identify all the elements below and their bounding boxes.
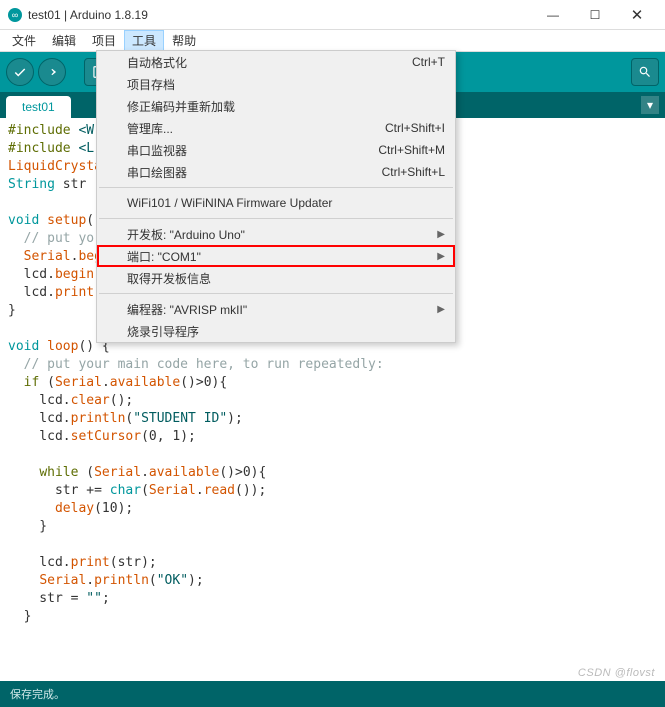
menu-tools[interactable]: 工具 <box>124 30 164 51</box>
menubar: 文件 编辑 项目 工具 帮助 <box>0 30 665 52</box>
minimize-button[interactable]: — <box>533 1 573 29</box>
menu-burn-bootloader[interactable]: 烧录引导程序 <box>97 320 455 342</box>
tab-test01[interactable]: test01 <box>6 96 71 118</box>
chevron-right-icon: ▶ <box>437 304 445 315</box>
menu-get-board-info[interactable]: 取得开发板信息 <box>97 267 455 289</box>
menu-separator <box>99 218 453 219</box>
chevron-right-icon: ▶ <box>437 229 445 240</box>
menu-manage-libraries[interactable]: 管理库...Ctrl+Shift+I <box>97 117 455 139</box>
maximize-button[interactable]: ☐ <box>575 1 615 29</box>
menu-edit[interactable]: 编辑 <box>44 30 84 51</box>
upload-button[interactable] <box>38 58 66 86</box>
serial-monitor-button[interactable] <box>631 58 659 86</box>
menu-file[interactable]: 文件 <box>4 30 44 51</box>
menu-programmer[interactable]: 编程器: "AVRISP mkII"▶ <box>97 298 455 320</box>
menu-board[interactable]: 开发板: "Arduino Uno"▶ <box>97 223 455 245</box>
watermark: CSDN @flovst <box>578 667 655 679</box>
titlebar: test01 | Arduino 1.8.19 — ☐ ✕ <box>0 0 665 30</box>
menu-port[interactable]: 端口: "COM1"▶ <box>97 245 455 267</box>
tab-dropdown-icon[interactable]: ▾ <box>641 96 659 114</box>
window-title: test01 | Arduino 1.8.19 <box>28 8 533 22</box>
statusbar-message: 保存完成。 <box>10 686 65 702</box>
menu-separator <box>99 293 453 294</box>
chevron-right-icon: ▶ <box>437 251 445 262</box>
close-button[interactable]: ✕ <box>617 1 657 29</box>
menu-auto-format[interactable]: 自动格式化Ctrl+T <box>97 51 455 73</box>
menu-help[interactable]: 帮助 <box>164 30 204 51</box>
menu-serial-monitor[interactable]: 串口监视器Ctrl+Shift+M <box>97 139 455 161</box>
verify-button[interactable] <box>6 58 34 86</box>
menu-serial-plotter[interactable]: 串口绘图器Ctrl+Shift+L <box>97 161 455 183</box>
menu-archive-sketch[interactable]: 项目存档 <box>97 73 455 95</box>
menu-wifi-firmware[interactable]: WiFi101 / WiFiNINA Firmware Updater <box>97 192 455 214</box>
arduino-icon <box>8 8 22 22</box>
statusbar: 保存完成。 <box>0 681 665 707</box>
window-controls: — ☐ ✕ <box>533 1 657 29</box>
menu-fix-encoding[interactable]: 修正编码并重新加载 <box>97 95 455 117</box>
menu-sketch[interactable]: 项目 <box>84 30 124 51</box>
menu-separator <box>99 187 453 188</box>
tools-dropdown-menu: 自动格式化Ctrl+T 项目存档 修正编码并重新加载 管理库...Ctrl+Sh… <box>96 50 456 343</box>
